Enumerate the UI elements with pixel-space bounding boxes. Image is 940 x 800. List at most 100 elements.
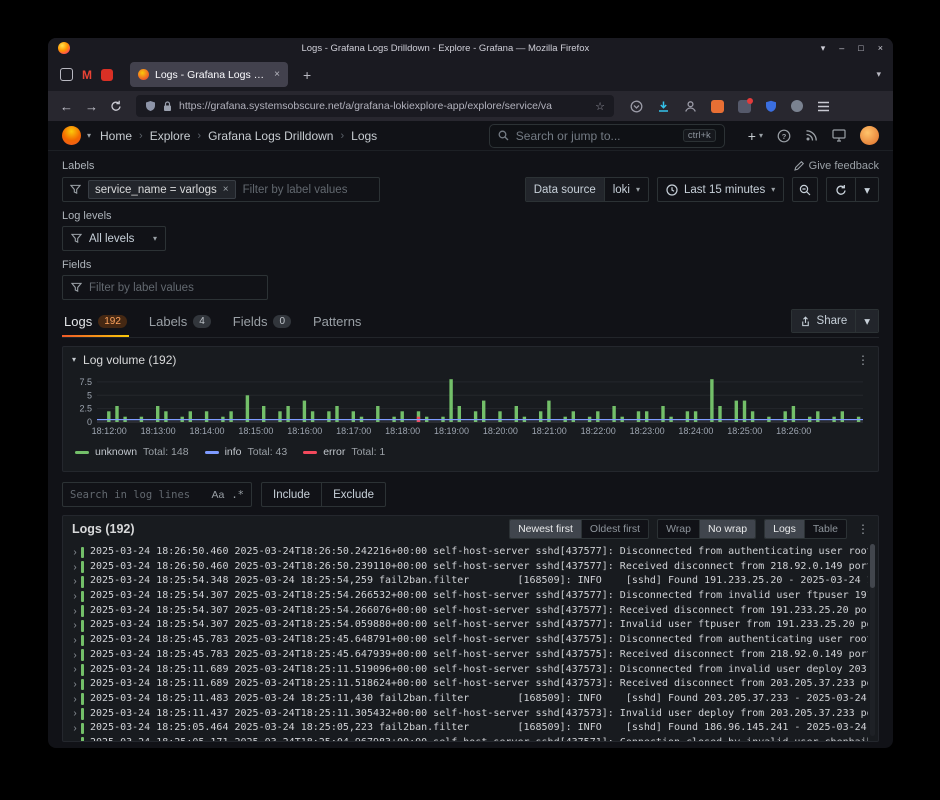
tab-logs[interactable]: Logs192	[62, 310, 129, 337]
log-row[interactable]: ›2025-03-24 18:25:11.689 2025-03-24T18:2…	[69, 677, 868, 692]
collapse-panel-icon[interactable]: ▾	[72, 355, 76, 364]
extension-icon-2[interactable]	[738, 100, 751, 113]
window-menu-chevron-icon[interactable]: ▾	[821, 43, 826, 54]
tab-close-icon[interactable]: ×	[274, 69, 280, 80]
pinned-tab-gmail-icon[interactable]: M	[82, 68, 92, 82]
log-row[interactable]: ›2025-03-24 18:25:54.307 2025-03-24T18:2…	[69, 589, 868, 604]
log-row[interactable]: ›2025-03-24 18:25:11.689 2025-03-24T18:2…	[69, 663, 868, 678]
monitor-icon[interactable]	[832, 129, 846, 142]
log-levels-select[interactable]: All levels ▾	[62, 226, 166, 251]
tab-list-chevron-icon[interactable]: ▾	[876, 69, 881, 80]
log-row[interactable]: ›2025-03-24 18:26:50.460 2025-03-24T18:2…	[69, 545, 868, 560]
legend-item-error[interactable]: errorTotal: 1	[303, 446, 385, 458]
include-button[interactable]: Include	[262, 483, 321, 506]
scrollbar-thumb[interactable]	[870, 544, 875, 588]
expand-row-icon[interactable]: ›	[69, 633, 81, 648]
expand-row-icon[interactable]: ›	[69, 604, 81, 619]
expand-row-icon[interactable]: ›	[69, 707, 81, 722]
window-close-button[interactable]: ×	[878, 43, 883, 53]
news-icon[interactable]	[805, 129, 818, 142]
pinned-tab-icon[interactable]	[101, 69, 113, 81]
grafana-logo[interactable]	[62, 126, 81, 145]
sort-option-newest-first[interactable]: Newest first	[510, 520, 581, 538]
shield-icon[interactable]	[145, 100, 156, 112]
log-row[interactable]: ›2025-03-24 18:26:50.460 2025-03-24T18:2…	[69, 560, 868, 575]
expand-row-icon[interactable]: ›	[69, 663, 81, 678]
remove-chip-icon[interactable]: ×	[223, 184, 229, 195]
panel-menu-icon[interactable]: ⋮	[857, 353, 869, 367]
save-to-pocket-icon[interactable]	[630, 100, 643, 113]
log-row[interactable]: ›2025-03-24 18:25:45.783 2025-03-24T18:2…	[69, 633, 868, 648]
forward-icon[interactable]: →	[85, 100, 98, 113]
lock-icon[interactable]	[163, 101, 172, 112]
log-row[interactable]: ›2025-03-24 18:25:05.464 2025-03-24 18:2…	[69, 721, 868, 736]
log-row[interactable]: ›2025-03-24 18:25:45.783 2025-03-24T18:2…	[69, 648, 868, 663]
expand-row-icon[interactable]: ›	[69, 618, 81, 633]
logs-scrollbar[interactable]	[870, 544, 875, 736]
time-range-picker[interactable]: Last 15 minutes ▾	[657, 177, 784, 202]
log-row[interactable]: ›2025-03-24 18:25:05.171 2025-03-24T18:2…	[69, 736, 868, 741]
wrap-option-no-wrap[interactable]: No wrap	[699, 520, 755, 538]
match-case-toggle[interactable]: Aa	[212, 489, 225, 501]
bookmark-star-icon[interactable]: ☆	[595, 100, 605, 113]
expand-row-icon[interactable]: ›	[69, 589, 81, 604]
label-filter-chip[interactable]: service_name = varlogs ×	[88, 180, 236, 199]
extension-icon-3[interactable]	[765, 100, 777, 113]
expand-row-icon[interactable]: ›	[69, 545, 81, 560]
window-minimize-button[interactable]: –	[839, 43, 844, 53]
refresh-interval-chevron[interactable]: ▾	[855, 178, 878, 201]
menu-icon[interactable]	[817, 101, 830, 112]
expand-row-icon[interactable]: ›	[69, 574, 81, 589]
fields-filter-input[interactable]: Filter by label values	[62, 275, 268, 300]
reload-icon[interactable]	[110, 100, 122, 112]
expand-row-icon[interactable]: ›	[69, 721, 81, 736]
tab-labels[interactable]: Labels4	[147, 310, 213, 337]
log-row[interactable]: ›2025-03-24 18:25:11.483 2025-03-24 18:2…	[69, 692, 868, 707]
refresh-button[interactable]: ▾	[826, 177, 879, 202]
wrap-option-wrap[interactable]: Wrap	[658, 520, 699, 538]
breadcrumb-item[interactable]: Logs	[351, 129, 377, 143]
legend-item-info[interactable]: infoTotal: 43	[205, 446, 288, 458]
view-option-table[interactable]: Table	[804, 520, 846, 538]
org-chevron-icon[interactable]: ▾	[87, 131, 91, 140]
view-option-logs[interactable]: Logs	[765, 520, 804, 538]
log-search-input[interactable]: Search in log lines Aa .*	[62, 482, 252, 507]
share-button[interactable]: Share ▾	[791, 309, 879, 333]
new-tab-button[interactable]: +	[303, 67, 311, 83]
datasource-value[interactable]: loki▾	[604, 178, 648, 201]
back-icon[interactable]: ←	[60, 100, 73, 113]
logs-panel-menu-icon[interactable]: ⋮	[857, 522, 869, 536]
zoom-out-button[interactable]	[792, 177, 818, 202]
log-row[interactable]: ›2025-03-24 18:25:54.307 2025-03-24T18:2…	[69, 618, 868, 633]
share-chevron-icon[interactable]: ▾	[855, 310, 878, 332]
expand-row-icon[interactable]: ›	[69, 677, 81, 692]
breadcrumb-item[interactable]: Grafana Logs Drilldown	[208, 129, 333, 143]
regex-toggle[interactable]: .*	[231, 489, 244, 501]
label-filter-input[interactable]: service_name = varlogs × Filter by label…	[62, 177, 380, 202]
extension-icon-1[interactable]	[711, 100, 724, 113]
expand-row-icon[interactable]: ›	[69, 692, 81, 707]
refresh-icon-segment[interactable]	[827, 178, 855, 201]
browser-tab[interactable]: Logs - Grafana Logs Drilldown ×	[130, 62, 288, 87]
expand-row-icon[interactable]: ›	[69, 560, 81, 575]
account-icon[interactable]	[684, 100, 697, 113]
sort-option-oldest-first[interactable]: Oldest first	[581, 520, 648, 538]
expand-row-icon[interactable]: ›	[69, 736, 81, 741]
help-icon[interactable]: ?	[777, 129, 791, 143]
log-row[interactable]: ›2025-03-24 18:25:11.437 2025-03-24T18:2…	[69, 707, 868, 722]
log-row[interactable]: ›2025-03-24 18:25:54.307 2025-03-24T18:2…	[69, 604, 868, 619]
firefox-view-icon[interactable]	[60, 68, 73, 81]
extension-icon-4[interactable]	[791, 100, 803, 112]
expand-row-icon[interactable]: ›	[69, 648, 81, 663]
new-dropdown-button[interactable]: +▾	[748, 129, 763, 143]
url-bar[interactable]: https://grafana.systemsobscure.net/a/gra…	[136, 95, 614, 117]
give-feedback-link[interactable]: Give feedback	[794, 160, 879, 172]
window-maximize-button[interactable]: □	[858, 43, 863, 53]
search-input[interactable]: Search or jump to... ctrl+k	[489, 124, 725, 148]
breadcrumb-item[interactable]: Explore	[150, 129, 191, 143]
log-row[interactable]: ›2025-03-24 18:25:54.348 2025-03-24 18:2…	[69, 574, 868, 589]
download-icon[interactable]	[657, 100, 670, 113]
tab-fields[interactable]: Fields0	[231, 310, 293, 337]
exclude-button[interactable]: Exclude	[321, 483, 385, 506]
user-avatar[interactable]	[860, 126, 879, 145]
